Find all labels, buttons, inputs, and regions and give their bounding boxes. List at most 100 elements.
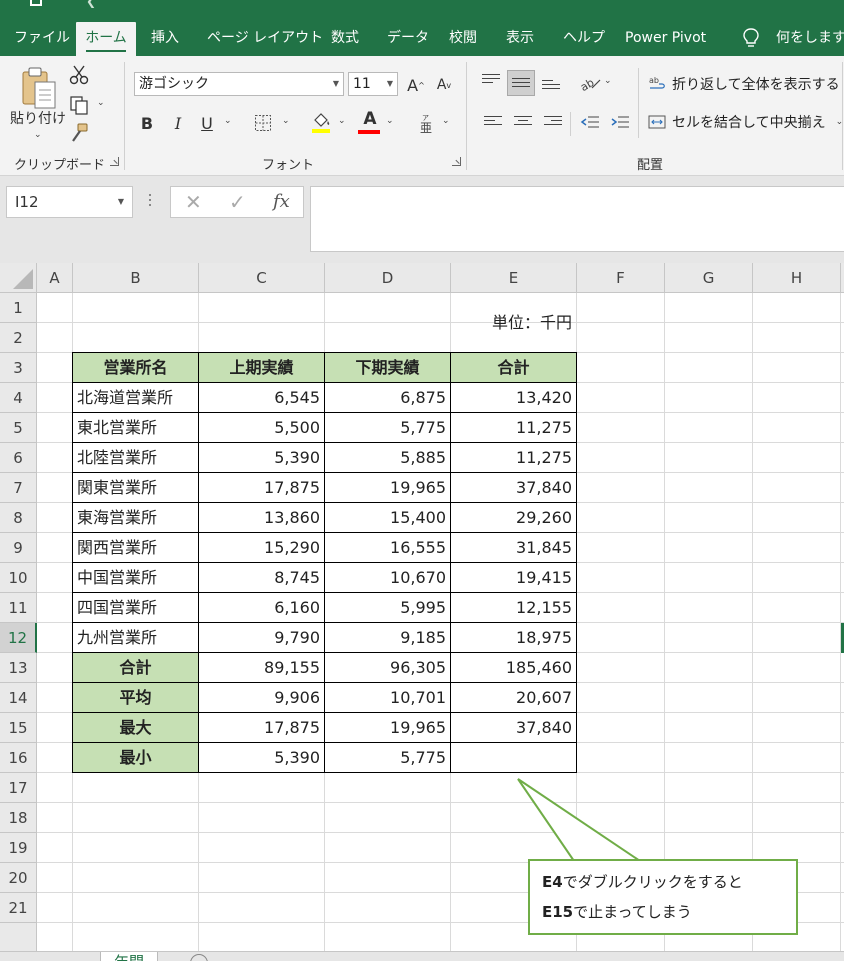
office-name-cell[interactable]: 九州営業所 [73,623,198,652]
value-cell[interactable]: 5,885 [325,443,450,472]
row-header-19[interactable]: 19 [0,833,37,863]
row-header-16[interactable]: 16 [0,743,37,773]
font-name-select[interactable]: 游ゴシック ▼ [134,72,344,96]
value-cell[interactable]: 37,840 [451,473,576,502]
paste-button-label[interactable]: 貼り付け [10,108,66,128]
summary-value-cell[interactable]: 37,840 [451,713,576,742]
row-header-6[interactable]: 6 [0,443,37,473]
value-cell[interactable]: 19,965 [325,473,450,502]
align-right-icon[interactable] [544,116,562,130]
column-header-f[interactable]: F [577,263,665,293]
value-cell[interactable]: 9,185 [325,623,450,652]
value-cell[interactable]: 5,500 [199,413,324,442]
save-icon[interactable] [30,0,42,6]
row-header-11[interactable]: 11 [0,593,37,623]
italic-button[interactable]: I [170,112,186,134]
align-middle-button[interactable] [507,70,535,96]
row-header-partial[interactable] [0,923,37,953]
office-name-cell[interactable]: 関西営業所 [73,533,198,562]
column-header-g[interactable]: G [665,263,753,293]
value-cell[interactable]: 17,875 [199,473,324,502]
increase-indent-icon[interactable] [610,114,630,132]
summary-label-cell[interactable]: 平均 [73,683,198,712]
tab-home[interactable]: ホーム [76,22,136,56]
insert-function-icon[interactable]: fx [273,187,290,217]
value-cell[interactable]: 11,275 [451,413,576,442]
summary-value-cell[interactable]: 5,775 [325,743,450,772]
tab-view[interactable]: 表示 [506,20,534,56]
fill-color-icon[interactable] [310,110,332,134]
row-header-7[interactable]: 7 [0,473,37,503]
value-cell[interactable]: 8,745 [199,563,324,592]
table-header-cell[interactable]: 上期実績 [199,353,324,382]
value-cell[interactable]: 6,545 [199,383,324,412]
underline-dropdown-icon[interactable]: ⌄ [224,116,232,126]
font-color-dropdown-icon[interactable]: ⌄ [386,116,394,126]
value-cell[interactable]: 5,390 [199,443,324,472]
row-header-20[interactable]: 20 [0,863,37,893]
office-name-cell[interactable]: 北海道営業所 [73,383,198,412]
tab-formulas[interactable]: 数式 [331,20,359,56]
row-header-10[interactable]: 10 [0,563,37,593]
office-name-cell[interactable]: 東海営業所 [73,503,198,532]
phonetic-guide-icon[interactable]: ア 亜 [418,112,434,134]
merge-center-button[interactable]: セルを結合して中央揃え ⌄ [648,112,843,132]
value-cell[interactable]: 15,400 [325,503,450,532]
row-header-15[interactable]: 15 [0,713,37,743]
borders-icon[interactable] [254,114,272,132]
decrease-indent-icon[interactable] [580,114,600,132]
paste-icon[interactable] [20,64,60,112]
value-cell[interactable]: 11,275 [451,443,576,472]
row-header-21[interactable]: 21 [0,893,37,923]
summary-value-cell[interactable]: 5,390 [199,743,324,772]
value-cell[interactable]: 10,670 [325,563,450,592]
cut-icon[interactable] [68,64,90,86]
value-cell[interactable]: 29,260 [451,503,576,532]
undo-icon[interactable]: ❮ [86,0,96,8]
summary-value-cell[interactable]: 185,460 [451,653,576,682]
summary-label-cell[interactable]: 最小 [73,743,198,772]
row-header-9[interactable]: 9 [0,533,37,563]
enter-icon[interactable]: ✓ [229,187,246,217]
borders-dropdown-icon[interactable]: ⌄ [282,116,290,126]
value-cell[interactable]: 18,975 [451,623,576,652]
value-cell[interactable]: 12,155 [451,593,576,622]
summary-value-cell[interactable]: 17,875 [199,713,324,742]
formula-bar-grip-icon[interactable] [148,194,152,210]
table-header-cell[interactable]: 合計 [451,353,576,382]
office-name-cell[interactable]: 関東営業所 [73,473,198,502]
row-header-12[interactable]: 12 [0,623,37,653]
office-name-cell[interactable]: 四国営業所 [73,593,198,622]
summary-label-cell[interactable]: 合計 [73,653,198,682]
office-name-cell[interactable]: 東北営業所 [73,413,198,442]
tab-review[interactable]: 校閲 [449,20,477,56]
value-cell[interactable]: 31,845 [451,533,576,562]
summary-value-cell[interactable]: 10,701 [325,683,450,712]
unit-label-cell[interactable]: 単位：千円 [450,308,576,338]
grow-font-button[interactable]: A ^ [406,74,426,96]
value-cell[interactable]: 13,420 [451,383,576,412]
summary-value-cell[interactable]: 89,155 [199,653,324,682]
name-box[interactable]: I12 ▼ [6,186,133,218]
cancel-icon[interactable]: ✕ [185,187,202,217]
value-cell[interactable]: 6,875 [325,383,450,412]
paste-dropdown-icon[interactable]: ⌄ [34,130,42,140]
fill-color-dropdown-icon[interactable]: ⌄ [338,116,346,126]
tab-file[interactable]: ファイル [14,20,70,56]
row-header-13[interactable]: 13 [0,653,37,683]
bold-button[interactable]: B [138,112,156,134]
value-cell[interactable]: 19,415 [451,563,576,592]
summary-value-cell[interactable] [451,743,576,772]
column-header-h[interactable]: H [753,263,841,293]
copy-dropdown-icon[interactable]: ⌄ [97,98,105,108]
tab-insert[interactable]: 挿入 [151,20,179,56]
shrink-font-button[interactable]: Av [434,74,454,96]
summary-label-cell[interactable]: 最大 [73,713,198,742]
format-painter-icon[interactable] [68,122,90,144]
summary-value-cell[interactable]: 20,607 [451,683,576,712]
formula-input[interactable] [310,186,844,252]
summary-value-cell[interactable]: 96,305 [325,653,450,682]
row-header-5[interactable]: 5 [0,413,37,443]
worksheet-grid[interactable]: ABCDEFGH 1 2 3 4 5 6 7 8 9 10 11 12 13 14 15 16 17 18 19 20… [0,263,844,961]
tell-me-search[interactable]: 何をしますか [776,20,844,56]
